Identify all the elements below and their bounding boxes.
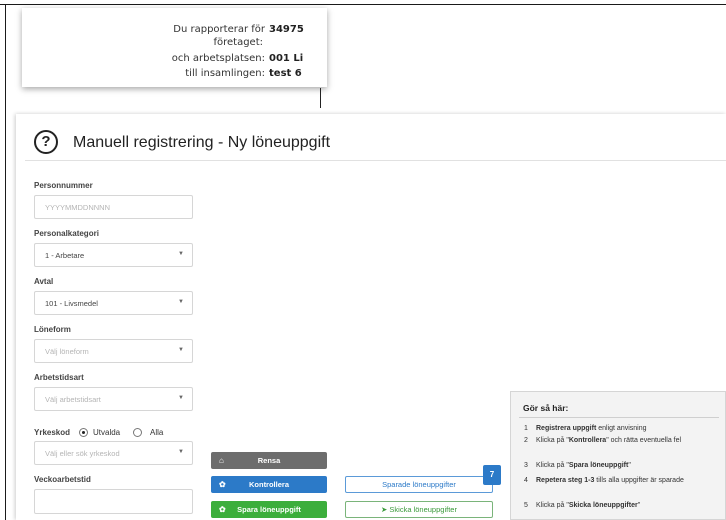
step-rest: tills alla uppgifter är sparade [594,477,684,484]
frame-left-border [5,4,6,520]
step-number: 4 [524,477,528,484]
step-text: Klicka på "Skicka löneuppgifter" [536,501,722,510]
rensa-button[interactable]: ⌂ Rensa [211,452,327,469]
info-label: företaget: [213,37,263,48]
gear-icon: ✿ [219,480,226,489]
kontrollera-button[interactable]: ✿ Kontrollera [211,476,327,493]
info-label: och arbetsplatsen: [171,53,265,64]
howto-divider [519,417,719,418]
personnummer-label: Personnummer [34,181,93,190]
eraser-icon: ⌂ [219,456,224,465]
caret-down-icon: ▼ [178,395,184,401]
yrkeskod-label: Yrkeskod [34,428,71,437]
caret-down-icon: ▼ [178,251,184,257]
info-label: Du rapporterar för [173,24,265,35]
radio-alla[interactable] [133,428,142,437]
step-number: 5 [524,502,528,509]
radio-utvalda[interactable] [79,428,88,437]
howto-panel: Gör så här: 1 Registrera uppgift enligt … [510,391,726,520]
saved-count-badge: 7 [483,465,501,485]
arbetstidsart-label: Arbetstidsart [34,373,84,382]
sparade-loneuppgifter-button[interactable]: Sparade löneuppgifter [345,476,493,493]
step-pre: Klicka på " [536,502,569,509]
connector-line [320,88,321,108]
step-number: 2 [524,437,528,444]
spara-label: Spara löneuppgift [237,505,301,514]
rensa-label: Rensa [257,456,281,465]
personalkategori-value: 1 - Arbetare [45,251,85,260]
loneform-select[interactable]: Välj löneform ▼ [34,339,193,363]
info-label: till insamlingen: [185,68,265,79]
step-pre: Klicka på " [536,462,569,469]
loneform-placeholder: Välj löneform [45,347,89,356]
step-bold: Kontrollera [568,437,607,444]
personalkategori-label: Personalkategori [34,229,99,238]
personalkategori-select[interactable]: 1 - Arbetare ▼ [34,243,193,267]
step-bold: Repetera steg 1-3 [536,477,595,484]
yrkeskod-select[interactable]: Välj eller sök yrkeskod ▼ [34,441,193,465]
kontrollera-label: Kontrollera [248,480,289,489]
step-bold: Registrera uppgift [536,425,597,432]
step-rest: " [628,462,631,469]
caret-down-icon: ▼ [178,299,184,305]
step-rest: enligt anvisning [596,425,647,432]
step-text: Klicka på "Spara löneuppgift" [536,461,722,470]
step-number: 1 [524,425,528,432]
howto-title: Gör så här: [523,403,569,413]
veckoarbetstid-input[interactable] [34,489,193,514]
question-circle-icon[interactable]: ? [34,130,58,154]
step-number: 3 [524,462,528,469]
info-value: 34975 [269,24,304,35]
title-divider [25,160,726,161]
caret-down-icon: ▼ [178,449,184,455]
radio-alla-label[interactable]: Alla [150,428,163,437]
skicka-label: Skicka löneuppgifter [389,505,457,514]
yrkeskod-placeholder: Välj eller sök yrkeskod [45,449,120,458]
spara-loneuppgift-button[interactable]: ✿ Spara löneuppgift [211,501,327,518]
step-bold: Spara löneuppgift [568,462,629,469]
arbetstidsart-select[interactable]: Välj arbetstidsart ▼ [34,387,193,411]
frame-top-border [0,4,726,5]
page-title: Manuell registrering - Ny löneuppgift [73,134,331,151]
step-bold: Skicka löneuppgifter [568,502,638,509]
radio-utvalda-label[interactable]: Utvalda [93,428,120,437]
info-value: 001 Li [269,53,304,64]
veckoarbetstid-label: Veckoarbetstid [34,475,91,484]
step-pre: Klicka på " [536,437,569,444]
reporting-info-box: Du rapporterar för 34975 företaget: och … [22,8,327,87]
caret-down-icon: ▼ [178,347,184,353]
step-rest: " [637,502,641,509]
info-value: test 6 [269,68,302,79]
avtal-label: Avtal [34,277,54,286]
arbetstidsart-placeholder: Välj arbetstidsart [45,395,101,404]
step-text: Registrera uppgift enligt anvisning [536,424,722,433]
personnummer-placeholder: YYYYMMDDNNNN [45,203,111,212]
gear-icon: ✿ [219,505,226,514]
step-text: Repetera steg 1-3 tills alla uppgifter ä… [536,476,722,485]
sparade-label: Sparade löneuppgifter [382,480,456,489]
avtal-value: 101 - Livsmedel [45,299,98,308]
step-rest: " och rätta eventuella fel [606,437,682,444]
step-text: Klicka på "Kontrollera" och rätta eventu… [536,436,722,445]
skicka-loneuppgifter-button[interactable]: ➤ Skicka löneuppgifter [345,501,493,518]
personnummer-input[interactable]: YYYYMMDDNNNN [34,195,193,219]
avtal-select[interactable]: 101 - Livsmedel ▼ [34,291,193,315]
loneform-label: Löneform [34,325,71,334]
